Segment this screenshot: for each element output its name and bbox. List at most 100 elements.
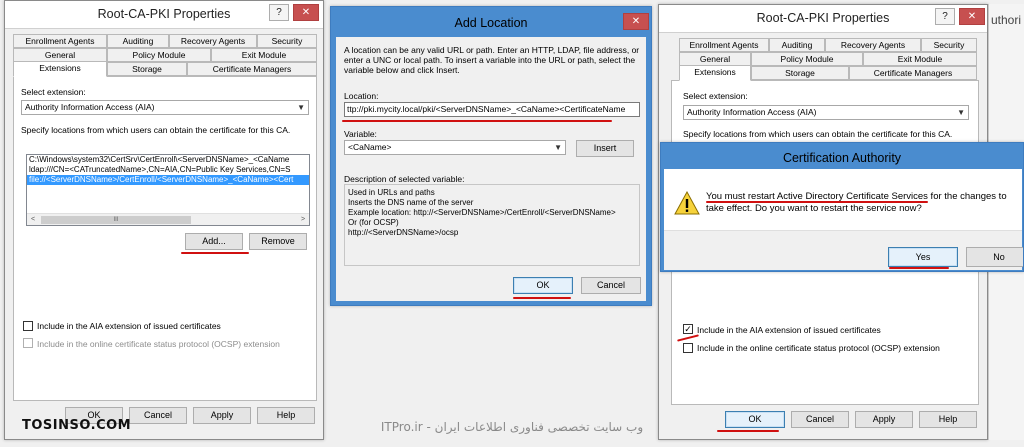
add-location-cancel-button[interactable]: Cancel	[581, 277, 641, 294]
variable-label: Variable:	[344, 129, 377, 139]
annotation-underline	[513, 297, 571, 299]
left-tab-enrollment-agents[interactable]: Enrollment Agents	[13, 34, 107, 48]
right-tab-certificate-managers[interactable]: Certificate Managers	[849, 66, 977, 80]
annotation-underline	[181, 252, 249, 254]
location-input[interactable]: ttp://pki.mycity.local/pki/<ServerDNSNam…	[344, 102, 640, 117]
itpro-watermark: ITPro.ir - وب سایت تخصصی فناوری اطلاعات …	[380, 420, 644, 434]
right-cancel-button[interactable]: Cancel	[791, 411, 849, 428]
description-line: Example location: http://<ServerDNSName>…	[348, 208, 616, 217]
description-line: Used in URLs and paths	[348, 188, 435, 197]
list-item[interactable]: C:\Windows\system32\CertSrv\CertEnroll\<…	[27, 155, 309, 165]
description-line: Or (for OCSP)	[348, 218, 399, 227]
left-include-aia-checkbox[interactable]	[23, 321, 33, 331]
left-add-button[interactable]: Add...	[185, 233, 243, 250]
left-help-icon[interactable]: ?	[269, 4, 289, 21]
left-locations-list[interactable]: C:\Windows\system32\CertSrv\CertEnroll\<…	[26, 154, 310, 226]
left-extension-select[interactable]: Authority Information Access (AIA) ▼	[21, 100, 309, 115]
left-tab-certificate-managers[interactable]: Certificate Managers	[187, 62, 317, 76]
right-tab-general[interactable]: General	[679, 52, 751, 66]
left-tab-storage[interactable]: Storage	[107, 62, 187, 76]
ca-dialog-title: Certification Authority	[782, 151, 902, 165]
right-tab-storage[interactable]: Storage	[751, 66, 849, 80]
left-tab-extensions[interactable]: Extensions	[13, 61, 107, 77]
right-extension-select[interactable]: Authority Information Access (AIA) ▼	[683, 105, 969, 120]
variable-select[interactable]: <CaName> ▼	[344, 140, 566, 155]
ca-dialog-message-line2: take effect. Do you want to restart the …	[706, 203, 922, 214]
left-select-extension-label: Select extension:	[21, 87, 86, 97]
annotation-underline	[889, 267, 949, 269]
left-properties-window: Root-CA-PKI Properties ? ✕ Enrollment Ag…	[4, 0, 324, 440]
right-include-aia-label: Include in the AIA extension of issued c…	[697, 325, 881, 335]
left-tab-security[interactable]: Security	[257, 34, 317, 48]
left-list-scrollbar[interactable]: < III >	[27, 213, 309, 225]
left-tab-exit-module[interactable]: Exit Module	[211, 48, 317, 62]
add-location-titlebar: Add Location ✕	[331, 7, 651, 37]
ca-dialog-no-button[interactable]: No	[966, 247, 1023, 267]
right-extension-select-value: Authority Information Access (AIA)	[687, 107, 817, 117]
left-include-ocsp-checkbox	[23, 338, 33, 348]
left-tab-auditing[interactable]: Auditing	[107, 34, 169, 48]
add-location-title: Add Location	[454, 16, 528, 30]
right-tab-policy-module[interactable]: Policy Module	[751, 52, 863, 66]
scroll-right-icon[interactable]: >	[297, 214, 309, 225]
right-help-icon[interactable]: ?	[935, 8, 955, 25]
location-label: Location:	[344, 91, 379, 101]
background-window-title-fragment: uthori	[991, 13, 1022, 27]
left-remove-button[interactable]: Remove	[249, 233, 307, 250]
left-include-ocsp-label: Include in the online certificate status…	[37, 339, 280, 349]
tosinso-watermark: TOSINSO.COM	[22, 418, 132, 433]
right-ok-button[interactable]: OK	[725, 411, 785, 428]
annotation-underline	[342, 120, 612, 122]
add-location-dialog: Add Location ✕ A location can be any val…	[330, 6, 652, 306]
warning-icon	[674, 191, 700, 215]
right-titlebar: Root-CA-PKI Properties ? ✕	[659, 5, 987, 33]
right-select-extension-label: Select extension:	[683, 91, 748, 101]
right-tab-exit-module[interactable]: Exit Module	[863, 52, 977, 66]
description-line: Inserts the DNS name of the server	[348, 198, 474, 207]
add-location-body: A location can be any valid URL or path.…	[336, 37, 646, 301]
left-help-button[interactable]: Help	[257, 407, 315, 424]
right-apply-button[interactable]: Apply	[855, 411, 913, 428]
chevron-down-icon: ▼	[554, 143, 562, 152]
chevron-down-icon: ▼	[957, 108, 965, 117]
left-tab-policy-module[interactable]: Policy Module	[107, 48, 211, 62]
right-tab-recovery-agents[interactable]: Recovery Agents	[825, 38, 921, 52]
left-apply-button[interactable]: Apply	[193, 407, 251, 424]
right-include-ocsp-label: Include in the online certificate status…	[697, 343, 940, 353]
insert-button[interactable]: Insert	[576, 140, 634, 157]
right-tab-extensions[interactable]: Extensions	[679, 65, 751, 81]
left-titlebar: Root-CA-PKI Properties ? ✕	[5, 1, 323, 29]
right-tab-enrollment-agents[interactable]: Enrollment Agents	[679, 38, 769, 52]
right-specify-label: Specify locations from which users can o…	[683, 129, 953, 139]
description-line: http://<ServerDNSName>/ocsp	[348, 228, 459, 237]
right-help-button[interactable]: Help	[919, 411, 977, 428]
right-close-icon[interactable]: ✕	[959, 8, 985, 25]
left-extension-select-value: Authority Information Access (AIA)	[25, 102, 155, 112]
ca-dialog-yes-button[interactable]: Yes	[888, 247, 958, 267]
annotation-underline	[706, 201, 928, 203]
scroll-left-icon[interactable]: <	[27, 214, 39, 225]
right-include-ocsp-checkbox[interactable]	[683, 343, 693, 353]
right-tab-auditing[interactable]: Auditing	[769, 38, 825, 52]
add-location-close-icon[interactable]: ✕	[623, 13, 649, 30]
left-include-aia-label: Include in the AIA extension of issued c…	[37, 321, 221, 331]
annotation-underline	[717, 430, 779, 432]
right-include-aia-checkbox[interactable]: ✓	[683, 324, 693, 334]
left-cancel-button[interactable]: Cancel	[129, 407, 187, 424]
left-tab-general[interactable]: General	[13, 48, 107, 62]
add-location-intro: A location can be any valid URL or path.…	[344, 45, 640, 75]
list-item[interactable]: ldap:///CN=<CATruncatedName>,CN=AIA,CN=P…	[27, 165, 309, 175]
certification-authority-dialog: Certification Authority You must restart…	[660, 142, 1024, 272]
variable-select-value: <CaName>	[348, 142, 392, 152]
ca-dialog-body: You must restart Active Directory Certif…	[664, 169, 1023, 270]
scroll-thumb[interactable]: III	[41, 216, 191, 224]
right-tab-security[interactable]: Security	[921, 38, 977, 52]
list-item-selected[interactable]: file://<ServerDNSName>/CertEnroll/<Serve…	[27, 175, 309, 185]
left-specify-label: Specify locations from which users can o…	[21, 125, 291, 135]
left-tab-recovery-agents[interactable]: Recovery Agents	[169, 34, 257, 48]
left-close-icon[interactable]: ✕	[293, 4, 319, 21]
description-box: Used in URLs and paths Inserts the DNS n…	[344, 184, 640, 266]
chevron-down-icon: ▼	[297, 103, 305, 112]
description-label: Description of selected variable:	[344, 174, 465, 184]
add-location-ok-button[interactable]: OK	[513, 277, 573, 294]
